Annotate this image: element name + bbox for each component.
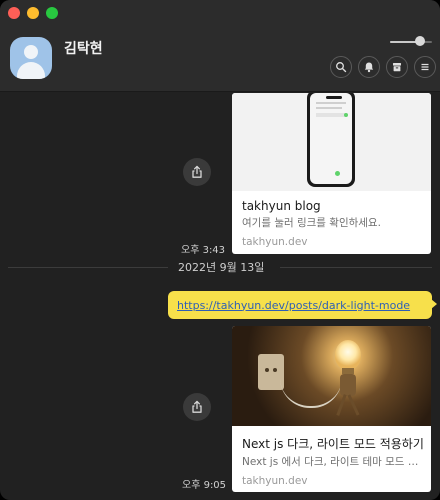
- volume-slider[interactable]: [390, 36, 432, 46]
- notification-button[interactable]: [358, 56, 380, 78]
- share-icon: [192, 400, 202, 413]
- date-label: 2022년 9월 13일: [178, 261, 265, 274]
- search-icon: [336, 62, 347, 73]
- menu-button[interactable]: [414, 56, 436, 78]
- figure-leg-image: [347, 394, 360, 416]
- search-button[interactable]: [330, 56, 352, 78]
- message-list[interactable]: 오후 3:43 takhyun blog 여기를 눌러 링크를 확인하세요. t…: [0, 93, 440, 500]
- phone-screen: [310, 93, 352, 184]
- card-text: takhyun blog 여기를 눌러 링크를 확인하세요. takhyun.d…: [242, 199, 425, 248]
- screen-line: [316, 102, 346, 104]
- phone-notch: [326, 96, 342, 99]
- card-text: Next js 다크, 라이트 모드 적용하기 Next js 에서 다크, 라…: [242, 435, 425, 487]
- phone-mockup-image: [307, 93, 355, 187]
- lightbulb-image: [335, 340, 361, 370]
- screen-line: [316, 113, 346, 117]
- share-button[interactable]: [183, 158, 211, 186]
- close-window-button[interactable]: [8, 7, 20, 19]
- figure-leg-image: [336, 394, 347, 416]
- card-description: Next js 에서 다크, 라이트 테마 모드 적용하기: [242, 456, 425, 468]
- message-time: 오후 9:05: [182, 480, 227, 491]
- card-title: Next js 다크, 라이트 모드 적용하기: [242, 437, 424, 451]
- message-time: 오후 3:43: [181, 245, 226, 256]
- avatar-head-shape: [24, 45, 38, 59]
- share-button[interactable]: [183, 393, 211, 421]
- screen-dot: [335, 171, 340, 176]
- card-domain: takhyun.dev: [242, 236, 308, 248]
- bell-icon: [364, 62, 374, 73]
- screen-line: [316, 107, 342, 109]
- screen-dot: [344, 113, 348, 117]
- card-domain: takhyun.dev: [242, 475, 308, 487]
- link-preview-card[interactable]: Next js 다크, 라이트 모드 적용하기 Next js 에서 다크, 라…: [232, 326, 431, 492]
- chat-window: 김탁현 오후 3:43 takhyun blog 여기를 눌러 링크를 확인하세…: [0, 0, 440, 500]
- minimize-window-button[interactable]: [27, 7, 39, 19]
- link-preview-card[interactable]: takhyun blog 여기를 눌러 링크를 확인하세요. takhyun.d…: [232, 93, 431, 254]
- zoom-window-button[interactable]: [46, 7, 58, 19]
- preview-image: [232, 326, 431, 426]
- profile-avatar[interactable]: [10, 37, 52, 79]
- message-link[interactable]: https://takhyun.dev/posts/dark-light-mod…: [177, 299, 410, 312]
- date-separator: 2022년 9월 13일: [8, 259, 432, 275]
- slider-knob[interactable]: [415, 36, 426, 46]
- divider: [280, 267, 432, 268]
- figure-body-image: [340, 374, 356, 396]
- power-cord-image: [280, 378, 342, 408]
- sent-message-bubble[interactable]: https://takhyun.dev/posts/dark-light-mod…: [168, 291, 437, 319]
- drawer-button[interactable]: [386, 56, 408, 78]
- drawer-icon: [393, 63, 401, 72]
- share-icon: [192, 165, 202, 178]
- chat-header: 김탁현: [0, 0, 440, 92]
- card-title: takhyun blog: [242, 199, 321, 213]
- divider: [8, 267, 168, 268]
- avatar-body-shape: [17, 62, 45, 79]
- card-description: 여기를 눌러 링크를 확인하세요.: [242, 217, 381, 229]
- preview-image: [232, 93, 431, 191]
- menu-icon: [421, 63, 429, 71]
- contact-name[interactable]: 김탁현: [64, 38, 103, 58]
